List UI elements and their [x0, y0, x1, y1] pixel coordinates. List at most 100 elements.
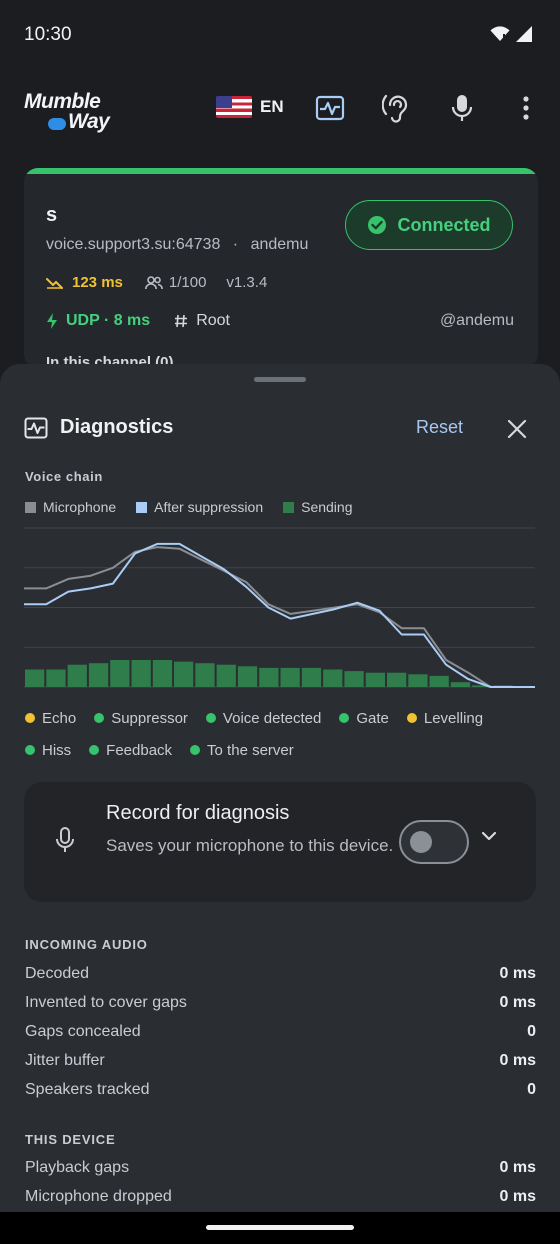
sending-bar [344, 671, 364, 687]
hearing-icon [382, 94, 408, 123]
sheet-drag-handle[interactable] [254, 377, 306, 382]
voice-flag-label: Echo [42, 709, 77, 727]
server-name: s [46, 204, 58, 226]
voice-flag-item: Levelling [406, 710, 483, 727]
sending-bar [450, 682, 471, 687]
voice-flag-item: Hiss [25, 742, 71, 759]
diagnostics-icon [315, 95, 345, 121]
microphone-icon [451, 95, 473, 121]
status-time: 10:30 [24, 24, 72, 45]
sheet-header: Diagnostics [24, 416, 173, 439]
sending-bar [323, 669, 343, 687]
latency-icon [46, 277, 63, 289]
app-bar: Mumble Way EN [0, 72, 560, 148]
chart-legend: Microphone After suppression Sending [25, 499, 353, 515]
stat-row: Gaps concealed 0 [25, 1018, 536, 1047]
close-icon [507, 419, 527, 439]
ping-value: 123 ms [72, 274, 123, 291]
record-toggle[interactable] [399, 820, 469, 864]
voice-chain-chart [24, 527, 535, 688]
sending-bar [110, 660, 130, 687]
transport-value: UDP · 8 ms [66, 312, 151, 329]
sending-bar [67, 664, 87, 687]
overflow-menu-button[interactable] [510, 92, 542, 124]
voice-flag-item: Echo [25, 710, 76, 727]
legend-swatch [25, 501, 36, 513]
status-dot [25, 713, 35, 723]
close-button[interactable] [504, 416, 530, 442]
record-title: Record for diagnosis [106, 802, 290, 824]
chevron-down-icon[interactable] [480, 829, 498, 843]
user-count: 1/100 [168, 274, 207, 291]
sending-bar [429, 675, 449, 687]
channel-name: Root [196, 312, 230, 329]
stat-label: Playback gaps [25, 1159, 130, 1177]
voice-flag-label: To the server [207, 741, 294, 759]
reset-button[interactable]: Reset [416, 417, 463, 438]
language-selector[interactable]: EN [216, 96, 284, 118]
server-address-line: voice.support3.su:64738 · andemu [46, 236, 308, 254]
user-handle: @andemu [439, 312, 514, 329]
sending-bar [365, 672, 385, 687]
sending-bar [408, 674, 428, 687]
stat-value: 0 ms [499, 994, 536, 1012]
home-gesture-handle[interactable] [206, 1225, 354, 1230]
separator: · [232, 236, 239, 253]
microphone-icon [56, 827, 74, 852]
server-card[interactable]: s voice.support3.su:64738 · andemu Conne… [24, 168, 538, 368]
sending-bar [195, 663, 215, 687]
toggle-knob [410, 831, 432, 853]
voice-flag-label: Feedback [106, 741, 173, 759]
connection-status-badge[interactable]: Connected [345, 200, 513, 250]
check-circle-icon [368, 216, 387, 234]
status-icons [490, 26, 532, 42]
sending-bar [301, 667, 322, 687]
server-address: voice.support3.su:64738 [46, 236, 221, 253]
connection-status-stripe [24, 168, 538, 174]
microphone-button[interactable] [446, 92, 478, 124]
legend-item-after-suppression: After suppression [136, 499, 263, 515]
stat-row: Invented to cover gaps 0 ms [25, 989, 536, 1018]
sending-bar [174, 661, 194, 687]
voice-flag-label: Voice detected [222, 709, 322, 727]
this-device-list: Playback gaps 0 ms Microphone dropped 0 ms [25, 1154, 536, 1212]
voice-flags-row: Hiss Feedback To the server [25, 734, 545, 766]
hearing-button[interactable] [380, 92, 412, 124]
stat-label: Microphone dropped [25, 1188, 172, 1206]
status-dot [339, 713, 350, 723]
bolt-icon [47, 313, 57, 329]
stat-label: Gaps concealed [25, 1022, 141, 1040]
stat-value: 0 ms [499, 965, 536, 983]
diagnostics-button[interactable] [314, 92, 346, 124]
stat-value: 0 ms [499, 1188, 536, 1206]
stat-row: Speakers tracked 0 [25, 1075, 536, 1104]
sending-bar [237, 666, 258, 687]
voice-flag-item: Voice detected [205, 709, 322, 727]
incoming-audio-list: Decoded 0 ms Invented to cover gaps 0 ms Gap… [25, 960, 536, 1104]
status-dot [89, 745, 100, 755]
legend-swatch [136, 501, 148, 513]
status-bar: 10:30 [0, 0, 560, 72]
stat-label: Invented to cover gaps [25, 994, 187, 1012]
logo-bubble-icon [48, 118, 66, 130]
logo-line2: Way [68, 110, 110, 133]
signal-icon [516, 26, 532, 42]
voice-flag-item: Gate [339, 710, 389, 727]
sheet-title: Diagnostics [60, 416, 174, 438]
sending-bar [88, 663, 109, 687]
status-dot [205, 713, 216, 723]
hash-icon [175, 314, 188, 328]
this-device-heading: THIS DEVICE [25, 1132, 116, 1147]
sending-bar [25, 669, 45, 687]
sending-bar [259, 667, 279, 687]
voice-chain-label: Voice chain [25, 469, 103, 484]
system-nav-bar [0, 1212, 560, 1244]
stat-label: Decoded [25, 965, 90, 983]
server-version: v1.3.4 [226, 274, 268, 291]
stat-row: Microphone dropped 0 ms [25, 1183, 536, 1212]
app-logo: Mumble Way [24, 90, 124, 134]
server-user: andemu [250, 236, 309, 253]
status-dot [94, 713, 105, 723]
stat-value: 0 ms [499, 1159, 536, 1177]
diagnostics-sheet: Diagnostics Reset Voice chain Microphone… [0, 364, 560, 1244]
